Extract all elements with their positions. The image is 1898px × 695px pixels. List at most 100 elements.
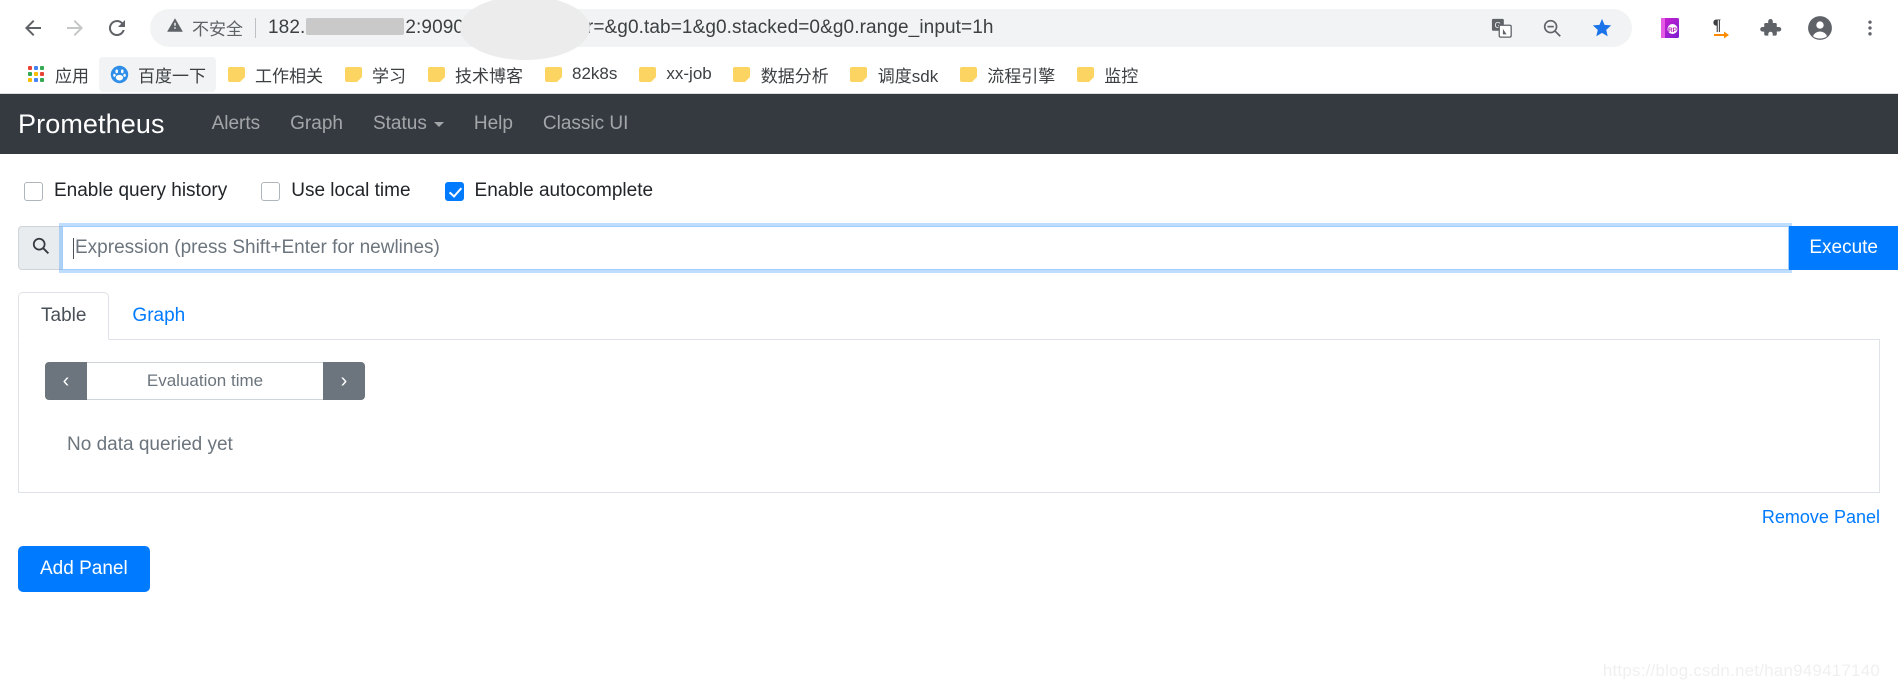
bookmark-apps[interactable]: 应用 [16, 57, 99, 92]
bookmark-label: xx-job [666, 64, 712, 83]
browser-chrome: 不安全 182. 2:9090/graph?g0.expr=&g0.tab=1&g… [0, 0, 1898, 94]
svg-text:¶: ¶ [1713, 17, 1722, 34]
bookmark-label: 工作相关 [255, 66, 323, 86]
warning-triangle-icon [166, 16, 184, 39]
url-redaction [306, 17, 405, 35]
browser-toolbar: 不安全 182. 2:9090/graph?g0.expr=&g0.tab=1&g… [0, 0, 1898, 60]
option-use-local-time[interactable]: Use local time [261, 180, 411, 202]
prometheus-brand[interactable]: Prometheus [18, 109, 165, 140]
folder-icon [543, 64, 563, 84]
checkbox-enable-autocomplete[interactable] [444, 181, 464, 201]
add-panel-button[interactable]: Add Panel [18, 546, 150, 592]
checkbox-use-local-time[interactable] [261, 181, 281, 201]
reload-icon [105, 16, 129, 40]
arrow-left-icon [21, 16, 45, 40]
tab-table[interactable]: Table [18, 292, 110, 340]
option-label: Use local time [291, 180, 411, 201]
bookmark-folder-monitoring[interactable]: 监控 [1065, 57, 1148, 92]
bookmark-label: 监控 [1104, 66, 1139, 86]
query-options-row: Enable query history Use local time Enab… [18, 154, 1880, 214]
bookmark-label: 应用 [55, 66, 89, 86]
bookmark-folder-xxjob[interactable]: xx-job [627, 59, 721, 89]
option-label: Enable query history [54, 180, 228, 201]
chevron-down-icon [433, 121, 444, 127]
zoom-out-icon[interactable] [1538, 14, 1566, 42]
nav-label: Classic UI [542, 113, 629, 134]
bookmark-folder-dataanalysis[interactable]: 数据分析 [722, 57, 839, 92]
bookmark-folder-82k8s[interactable]: 82k8s [533, 59, 627, 89]
folder-icon [426, 64, 446, 84]
nav-item-graph[interactable]: Graph [275, 105, 358, 143]
omnibox-divider [255, 17, 256, 38]
panel-footer: Remove Panel [18, 493, 1880, 528]
option-enable-query-history[interactable]: Enable query history [24, 180, 227, 202]
bookmark-folder-work[interactable]: 工作相关 [216, 57, 333, 92]
nav-label: Status [372, 113, 427, 134]
security-indicator[interactable]: 不安全 [166, 15, 243, 40]
bookmark-label: 82k8s [572, 64, 618, 83]
profile-avatar-icon[interactable] [1806, 14, 1834, 42]
table-tab-pane: ‹ Evaluation time › No data queried yet [18, 340, 1880, 493]
forward-button[interactable] [56, 9, 94, 47]
expression-input-group: Expression (press Shift+Enter for newlin… [18, 226, 1898, 270]
expression-placeholder: Expression (press Shift+Enter for newlin… [75, 237, 440, 258]
omnibox-actions: G [1470, 14, 1616, 42]
google-translate-icon[interactable]: G [1488, 14, 1516, 42]
puzzle-extensions-icon[interactable] [1756, 14, 1784, 42]
nav-item-status[interactable]: Status [358, 105, 459, 143]
checkbox-query-history[interactable] [24, 181, 43, 201]
bookmark-baidu[interactable]: 百度一下 [99, 56, 216, 92]
url-prefix: 182. [268, 16, 306, 38]
baidu-paw-icon [109, 64, 129, 84]
arrow-right-icon [63, 16, 87, 40]
nav-label: Alerts [211, 113, 261, 134]
option-label: Enable autocomplete [474, 180, 654, 201]
watermark: https://blog.csdn.net/han949417140 [1602, 661, 1880, 680]
eval-time-input[interactable]: Evaluation time [87, 362, 323, 400]
bookmark-folder-techblog[interactable]: 技术博客 [416, 57, 533, 92]
nav-label: Graph [290, 113, 343, 134]
panel-tabs: Table Graph [18, 292, 1880, 340]
nav-item-alerts[interactable]: Alerts [197, 105, 276, 143]
browser-extensions: RP ¶ [1656, 14, 1884, 42]
url-suffix: 2:9090/graph?g0.expr=&g0.tab=1&g0.stacke… [405, 16, 994, 38]
address-bar[interactable]: 不安全 182. 2:9090/graph?g0.expr=&g0.tab=1&g… [150, 0, 1632, 60]
bookmark-folder-workflow[interactable]: 流程引擎 [948, 57, 1065, 92]
remove-panel-link[interactable]: Remove Panel [1762, 507, 1880, 528]
folder-icon [226, 64, 246, 84]
nav-label: Help [473, 113, 513, 134]
bookmark-label: 数据分析 [760, 66, 829, 86]
folder-icon [1075, 64, 1095, 84]
back-button[interactable] [14, 9, 52, 47]
query-panel: Table Graph ‹ Evaluation time › No data … [18, 292, 1880, 528]
bookmark-folder-schedulesdk[interactable]: 调度sdk [839, 57, 948, 92]
star-icon[interactable] [1588, 14, 1616, 42]
reload-button[interactable] [98, 9, 136, 47]
url-text: 182. 2:9090/graph?g0.expr=&g0.tab=1&g0.st… [268, 17, 994, 39]
nav-item-classic-ui[interactable]: Classic UI [528, 105, 644, 143]
navbar-links: Alerts Graph Status Help Classic UI [197, 105, 644, 143]
folder-icon [849, 64, 869, 84]
folder-icon [343, 64, 363, 84]
bookmark-label: 百度一下 [138, 66, 206, 86]
evaluation-time-group: ‹ Evaluation time › [45, 362, 365, 400]
more-menu-icon[interactable] [1856, 14, 1884, 42]
bookmarks-bar: 应用 百度一下 工作相关 学习 技术博客 82k8s xx-job 数据分析 调… [0, 55, 1898, 93]
expression-search-addon [18, 226, 62, 270]
bookmark-label: 学习 [372, 66, 406, 86]
eval-time-prev-button[interactable]: ‹ [45, 362, 87, 400]
eval-time-next-button[interactable]: › [323, 362, 365, 400]
folder-icon [637, 64, 657, 84]
pilcrow-arrow-icon[interactable]: ¶ [1706, 14, 1734, 42]
folder-icon [958, 64, 978, 84]
bookmark-label: 调度sdk [877, 66, 939, 86]
folder-icon [732, 64, 752, 84]
tab-graph[interactable]: Graph [109, 292, 208, 340]
rp-extension-icon[interactable]: RP [1656, 14, 1684, 42]
execute-button[interactable]: Execute [1789, 226, 1898, 270]
nav-item-help[interactable]: Help [459, 105, 528, 143]
option-enable-autocomplete[interactable]: Enable autocomplete [444, 180, 654, 202]
expression-input[interactable]: Expression (press Shift+Enter for newlin… [62, 226, 1790, 270]
prometheus-navbar: Prometheus Alerts Graph Status Help Clas… [0, 94, 1898, 154]
bookmark-folder-study[interactable]: 学习 [333, 57, 416, 92]
